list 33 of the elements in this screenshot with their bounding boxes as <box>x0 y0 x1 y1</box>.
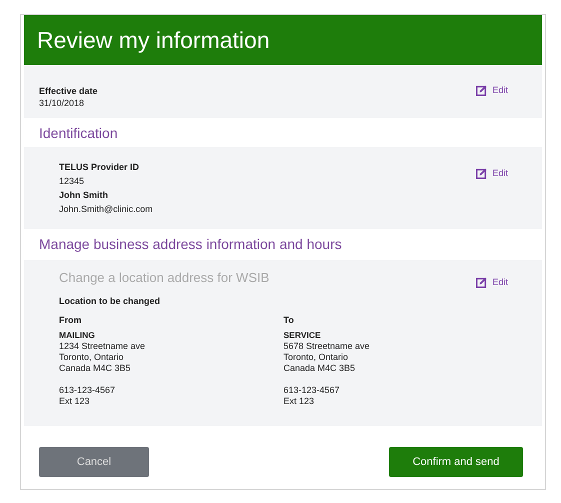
page-title: Review my information <box>37 26 270 54</box>
field-value: 31/10/2018 <box>39 97 86 109</box>
address-line: Canada M4C 3B5 <box>59 363 132 374</box>
address-line: 5678 Streetname ave <box>284 341 371 352</box>
edit-icon <box>476 276 488 288</box>
address-type: MAILING <box>59 330 96 341</box>
field-value: John.Smith@clinic.com <box>59 204 153 215</box>
field-label: John Smith <box>59 190 109 201</box>
edit-button[interactable]: Edit <box>476 275 508 289</box>
column-title: To <box>284 315 295 326</box>
field-label: Effective date <box>39 85 98 97</box>
field-label: Location to be changed <box>59 296 162 307</box>
phone-number: 613-123-4567 <box>284 385 341 396</box>
edit-icon <box>476 84 488 96</box>
address-line: 1234 Streetname ave <box>59 341 146 352</box>
section-heading: Identification <box>38 124 119 142</box>
section-heading: Manage business address information and hours <box>38 234 343 254</box>
address-line: Canada M4C 3B5 <box>284 363 356 374</box>
edit-button[interactable]: Edit <box>476 83 508 97</box>
subsection-heading: Change a location address for WSIB <box>59 269 270 287</box>
cancel-button[interactable]: Cancel <box>39 447 149 477</box>
field-label: TELUS Provider ID <box>59 162 140 173</box>
edit-button[interactable]: Edit <box>476 166 508 180</box>
address-line: Toronto, Ontario <box>284 352 350 363</box>
field-value: 12345 <box>59 176 86 187</box>
column-title: From <box>59 315 82 326</box>
phone-extension: Ext 123 <box>59 396 91 407</box>
address-type: SERVICE <box>284 330 322 341</box>
confirm-button[interactable]: Confirm and send <box>389 447 523 477</box>
phone-extension: Ext 123 <box>284 396 316 407</box>
phone-number: 613-123-4567 <box>59 385 116 396</box>
address-line: Toronto, Ontario <box>59 352 125 363</box>
edit-icon <box>476 168 488 178</box>
